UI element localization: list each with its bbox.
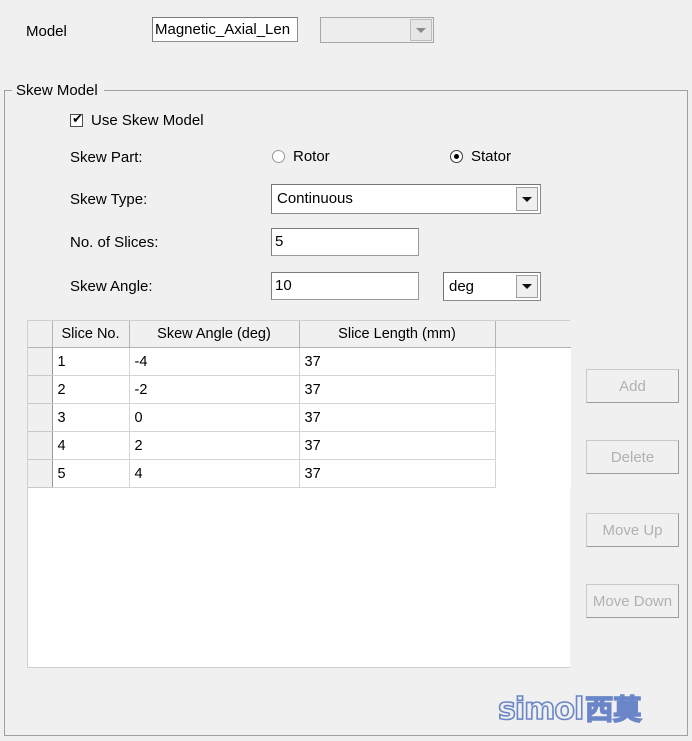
row-selector-cell[interactable]: [28, 431, 53, 460]
cell-filler: [495, 375, 571, 404]
skew-model-group-title: Skew Model: [13, 82, 101, 99]
row-selector-cell[interactable]: [28, 347, 53, 376]
cell-slice-no[interactable]: 2: [52, 375, 130, 404]
radio-stator-label: Stator: [471, 148, 512, 165]
cell-slice-no[interactable]: 1: [52, 347, 130, 376]
cell-slice-length[interactable]: 37: [299, 375, 496, 404]
cell-skew-angle[interactable]: -2: [129, 375, 300, 404]
cell-slice-no[interactable]: 3: [52, 403, 130, 432]
table-header-slice-length[interactable]: Slice Length (mm): [299, 321, 496, 348]
slices-table: Slice No. Skew Angle (deg) Slice Length …: [28, 321, 571, 488]
radio-rotor-label: Rotor: [293, 148, 330, 165]
delete-button[interactable]: Delete: [586, 440, 679, 474]
table-header-row: Slice No. Skew Angle (deg) Slice Length …: [28, 321, 571, 348]
slices-table-body: 1 -4 37 2 -2 37 3 0 37 4 2 37 5 4 37: [28, 347, 571, 488]
cell-filler: [495, 431, 571, 460]
cell-slice-length[interactable]: 37: [299, 459, 496, 488]
move-down-button[interactable]: Move Down: [586, 584, 679, 618]
radio-skew-part-stator[interactable]: Stator: [450, 148, 511, 165]
model-combo-select[interactable]: [320, 17, 434, 43]
move-up-button[interactable]: Move Up: [586, 513, 679, 547]
table-row[interactable]: 4 2 37: [28, 431, 571, 460]
cell-slice-no[interactable]: 5: [52, 459, 130, 488]
cell-filler: [495, 403, 571, 432]
add-button[interactable]: Add: [586, 369, 679, 403]
cell-skew-angle[interactable]: 0: [129, 403, 300, 432]
cell-slice-length[interactable]: 37: [299, 403, 496, 432]
chevron-down-icon[interactable]: [516, 187, 538, 211]
row-selector-cell[interactable]: [28, 459, 53, 488]
row-selector-cell[interactable]: [28, 403, 53, 432]
cell-filler: [495, 347, 571, 376]
radio-skew-part-rotor[interactable]: Rotor: [272, 148, 330, 165]
table-header-selector[interactable]: [28, 321, 53, 348]
cell-slice-no[interactable]: 4: [52, 431, 130, 460]
skew-type-value: Continuous: [277, 190, 353, 207]
table-row[interactable]: 2 -2 37: [28, 375, 571, 404]
cell-skew-angle[interactable]: 4: [129, 459, 300, 488]
use-skew-model-label: Use Skew Model: [91, 112, 204, 129]
skew-angle-label: Skew Angle:: [70, 278, 153, 295]
groupbox-top-border-right: [104, 90, 688, 91]
skew-type-label: Skew Type:: [70, 191, 148, 208]
skew-part-label: Skew Part:: [70, 149, 143, 166]
no-of-slices-input[interactable]: 5: [271, 228, 419, 256]
table-row[interactable]: 1 -4 37: [28, 347, 571, 376]
groupbox-top-border-left: [4, 90, 12, 91]
table-header-slice-no[interactable]: Slice No.: [52, 321, 130, 348]
skew-angle-input[interactable]: 10: [271, 272, 419, 300]
radio-selected-icon[interactable]: [450, 150, 463, 163]
cell-slice-length[interactable]: 37: [299, 347, 496, 376]
check-mark-icon: ✔: [72, 112, 83, 127]
no-of-slices-label: No. of Slices:: [70, 234, 159, 251]
model-name-input[interactable]: Magnetic_Axial_Len: [152, 17, 298, 42]
checkbox-checked-icon[interactable]: ✔: [70, 112, 83, 127]
model-row: Model Magnetic_Axial_Len: [0, 0, 692, 78]
cell-slice-length[interactable]: 37: [299, 431, 496, 460]
table-header-skew-angle[interactable]: Skew Angle (deg): [129, 321, 300, 348]
cell-skew-angle[interactable]: 2: [129, 431, 300, 460]
cell-filler: [495, 459, 571, 488]
slices-grid-panel[interactable]: Slice No. Skew Angle (deg) Slice Length …: [27, 320, 571, 668]
brand-logo-latin-text: simol: [497, 692, 585, 727]
brand-logo: simol 西莫: [497, 692, 686, 727]
brand-logo-cjk-text: 西莫: [584, 693, 642, 726]
chevron-down-icon[interactable]: [516, 275, 538, 298]
table-row[interactable]: 3 0 37: [28, 403, 571, 432]
cell-skew-angle[interactable]: -4: [129, 347, 300, 376]
model-label: Model: [26, 23, 67, 40]
chevron-down-icon[interactable]: [410, 19, 432, 41]
table-header-filler: [495, 321, 571, 348]
row-selector-cell[interactable]: [28, 375, 53, 404]
radio-unselected-icon[interactable]: [272, 150, 285, 163]
table-row[interactable]: 5 4 37: [28, 459, 571, 488]
skew-type-select[interactable]: Continuous: [271, 184, 541, 214]
use-skew-model-checkbox[interactable]: ✔ Use Skew Model: [70, 112, 204, 129]
skew-angle-unit-value: deg: [449, 278, 475, 295]
skew-angle-unit-select[interactable]: deg: [443, 272, 541, 301]
